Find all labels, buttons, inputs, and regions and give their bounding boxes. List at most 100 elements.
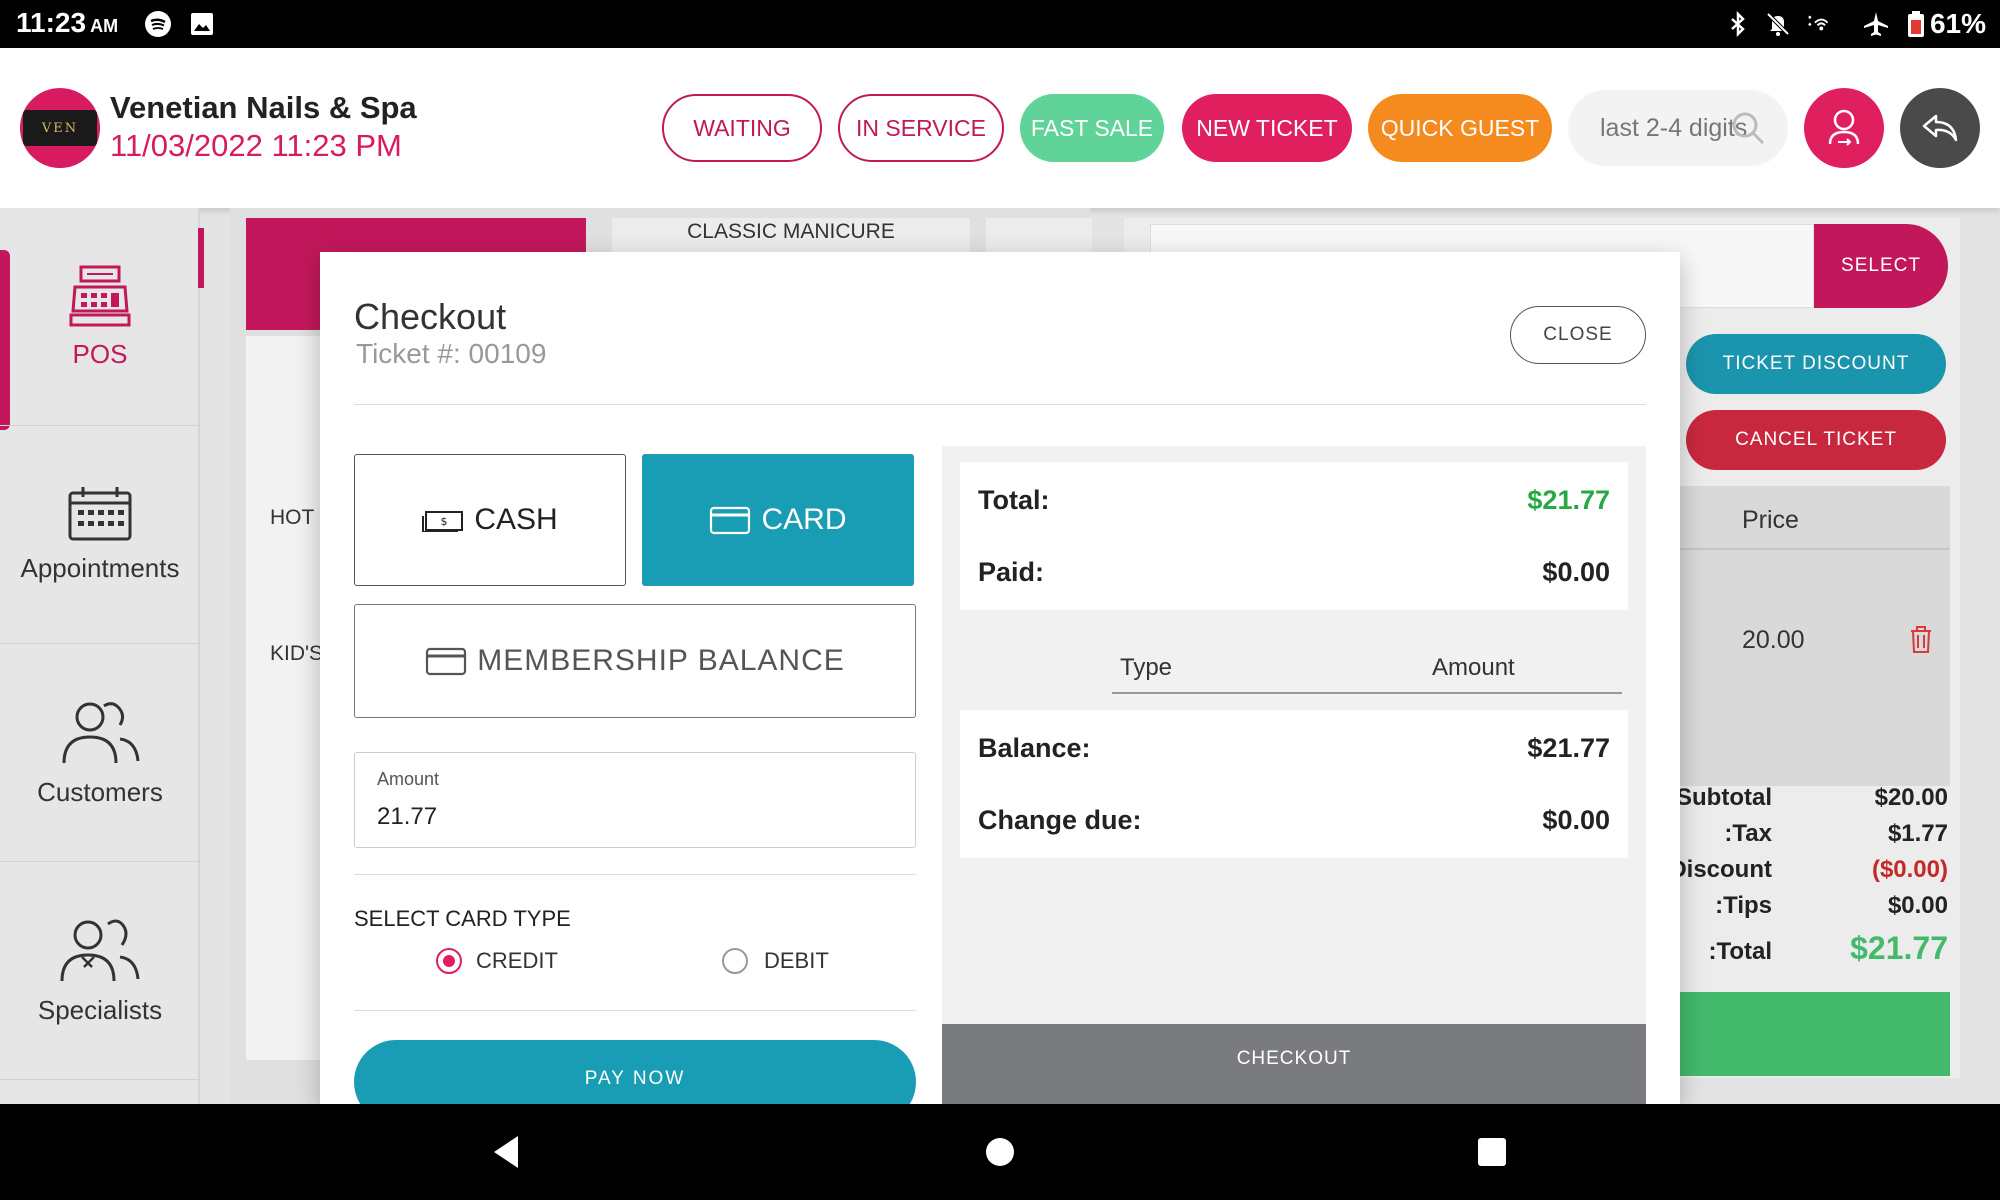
fast-sale-button[interactable]: FAST SALE	[1020, 94, 1164, 162]
reply-back-icon	[1922, 114, 1958, 142]
battery-icon	[1908, 11, 1924, 37]
bluetooth-icon	[1731, 10, 1745, 38]
salon-name: Venetian Nails & Spa	[110, 90, 417, 125]
salon-logo: VEN	[20, 88, 100, 168]
calendar-icon	[68, 487, 132, 541]
pay-bar[interactable]	[1680, 992, 1950, 1076]
credit-radio[interactable]	[436, 948, 462, 974]
amount-value[interactable]: 21.77	[377, 803, 437, 831]
discount-label: Discount:	[1676, 856, 1772, 883]
credit-label[interactable]: CREDIT	[476, 948, 558, 974]
total-value: $21.77	[1527, 484, 1610, 515]
status-time: 11:23 AM	[16, 7, 119, 38]
cash-method-button[interactable]: $ CASH	[354, 454, 626, 586]
card-label: CARD	[761, 503, 847, 536]
payments-table-divider	[1112, 692, 1622, 694]
pay-now-button[interactable]: PAY NOW	[354, 1040, 916, 1104]
nav-home-icon[interactable]	[984, 1136, 1016, 1168]
total-label: Total:	[1708, 938, 1772, 965]
sidebar-item-label: Customers	[37, 777, 163, 807]
payment-summary: Total: $21.77 Paid: $0.00 Type Amount Ba…	[942, 446, 1646, 1024]
checkout-button[interactable]: CHECKOUT	[942, 1024, 1646, 1104]
ticket-discount-button[interactable]: TICKET DISCOUNT	[1686, 334, 1946, 394]
summary-total-row: Total: $21.77	[960, 462, 1628, 538]
balance-label: Balance:	[978, 732, 1091, 763]
checkout-modal: Checkout Ticket #: 00109 CLOSE $ CASH CA…	[320, 252, 1680, 1104]
in-service-button[interactable]: IN SERVICE	[838, 94, 1004, 162]
search-icon[interactable]	[1728, 108, 1768, 148]
service-tile-classic-manicure[interactable]: CLASSIC MANICURE	[612, 218, 970, 252]
cash-icon: $	[422, 511, 464, 532]
change-label: Change due:	[978, 804, 1142, 835]
specialists-icon	[60, 919, 140, 982]
divider	[354, 404, 1646, 405]
amount-field[interactable]: Amount 21.77	[354, 752, 916, 848]
current-datetime: 11/03/2022 11:23 PM	[110, 128, 402, 163]
paid-label: Paid:	[978, 556, 1045, 587]
svg-text:$: $	[441, 515, 448, 528]
tips-value: $0.00	[1887, 892, 1948, 919]
debit-radio[interactable]	[722, 948, 748, 974]
sidebar-item-customers[interactable]: Customers	[0, 644, 200, 862]
quick-guest-button[interactable]: QUICK GUEST	[1368, 94, 1552, 162]
card-method-button[interactable]: CARD	[642, 454, 914, 586]
user-switch-button[interactable]	[1804, 88, 1884, 168]
app-header: VEN Venetian Nails & Spa 11/03/2022 11:2…	[0, 48, 2000, 208]
category-item-hot[interactable]: HOT	[270, 506, 314, 530]
sidebar-item-label: POS	[72, 339, 128, 369]
cash-register-icon	[69, 265, 131, 327]
card-type-label: SELECT CARD TYPE	[354, 906, 571, 931]
tips-label: Tips:	[1715, 892, 1772, 919]
sidebar: POS Appointments Customers Specialists	[0, 208, 200, 1104]
back-button[interactable]	[1900, 88, 1980, 168]
category-item-kids[interactable]: KID'S	[270, 642, 323, 666]
cancel-ticket-button[interactable]: CANCEL TICKET	[1686, 410, 1946, 470]
mute-bell-icon	[1766, 12, 1790, 36]
user-switch-icon	[1828, 109, 1860, 146]
table-header-divider	[1680, 548, 1950, 550]
divider	[354, 874, 916, 875]
summary-change-row: Change due: $0.00	[960, 782, 1628, 858]
type-column-header: Type	[1120, 654, 1173, 681]
subtotal-value: $20.00	[1874, 784, 1948, 811]
tax-label: Tax:	[1724, 820, 1772, 847]
customers-icon	[62, 702, 140, 764]
category-list	[246, 336, 320, 1060]
discount-value: ($0.00)	[1871, 856, 1948, 883]
battery-percent: 61%	[1929, 8, 1986, 39]
summary-balance-row: Balance: $21.77	[960, 710, 1628, 786]
balance-value: $21.77	[1527, 732, 1610, 763]
credit-card-icon	[710, 506, 751, 535]
select-button[interactable]: SELECT	[1814, 224, 1948, 308]
modal-title: Checkout	[354, 296, 507, 337]
nav-recents-icon[interactable]	[1476, 1136, 1508, 1168]
paid-value: $0.00	[1542, 556, 1610, 587]
sidebar-item-pos[interactable]: POS	[0, 208, 200, 426]
change-value: $0.00	[1542, 804, 1610, 835]
wifi-icon	[1808, 15, 1829, 31]
total-label: Total:	[978, 484, 1050, 515]
airplane-icon	[1864, 12, 1888, 36]
debit-label[interactable]: DEBIT	[764, 948, 829, 974]
ticket-number: Ticket #: 00109	[356, 338, 547, 369]
sidebar-item-label: Specialists	[37, 995, 163, 1025]
sidebar-item-specialists[interactable]: Specialists	[0, 862, 200, 1080]
service-tile[interactable]	[986, 218, 1092, 252]
android-nav-bar	[0, 1104, 2000, 1200]
sidebar-item-appointments[interactable]: Appointments	[0, 426, 200, 644]
nav-back-icon[interactable]	[490, 1134, 522, 1170]
summary-paid-row: Paid: $0.00	[960, 534, 1628, 610]
close-button[interactable]: CLOSE	[1510, 306, 1646, 364]
cash-label: CASH	[474, 503, 558, 536]
new-ticket-button[interactable]: NEW TICKET	[1182, 94, 1352, 162]
trash-icon[interactable]	[1908, 624, 1934, 654]
divider	[354, 1010, 916, 1011]
waiting-button[interactable]: WAITING	[662, 94, 822, 162]
amount-label: Amount	[377, 769, 440, 789]
card-icon	[426, 647, 467, 676]
total-value: $21.77	[1850, 930, 1948, 966]
amount-column-header: Amount	[1432, 654, 1515, 681]
membership-balance-button[interactable]: MEMBERSHIP BALANCE	[354, 604, 916, 718]
status-bar: 11:23 AM 61%	[0, 0, 2000, 48]
spotify-icon	[145, 11, 171, 37]
